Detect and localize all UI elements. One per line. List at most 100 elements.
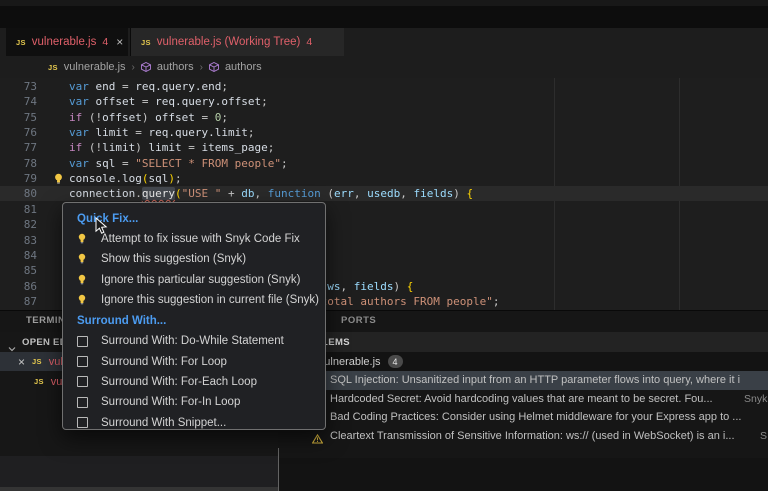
window-top-edge <box>0 0 768 6</box>
code-line[interactable]: 77 if (!limit) limit = items_page; <box>0 140 768 155</box>
menu-item-label: Ignore this suggestion in current file (… <box>101 294 319 306</box>
problem-source: S <box>760 430 767 442</box>
lightbulb-icon <box>77 253 101 265</box>
code-text: var sql = "SELECT * FROM people"; <box>69 156 288 171</box>
window-bottom-edge <box>0 487 278 491</box>
problem-text: Hardcoded Secret: Avoid hardcoding value… <box>330 393 713 405</box>
line-number: 77 <box>0 140 37 155</box>
chevron-right-icon: › <box>132 62 135 73</box>
tab-title: vulnerable.js (Working Tree) <box>157 36 301 48</box>
breadcrumb-symbol[interactable]: authors <box>225 61 262 73</box>
code-line[interactable]: 79 console.log(sql); <box>0 171 768 186</box>
code-line[interactable]: 75 if (!offset) offset = 0; <box>0 110 768 125</box>
menu-item-surround-do-while[interactable]: Surround With: Do-While Statement <box>63 331 325 351</box>
mouse-cursor-icon <box>95 217 108 241</box>
tab-vulnerable-js-working-tree[interactable]: JS vulnerable.js (Working Tree) 4 <box>130 28 344 56</box>
line-number: 86 <box>0 279 37 294</box>
problem-row[interactable]: Hardcoded Secret: Avoid hardcoding value… <box>279 390 768 409</box>
problems-count-badge: 4 <box>388 355 403 368</box>
js-file-icon: JS <box>16 38 26 47</box>
code-text: if (!limit) limit = items_page; <box>69 140 274 155</box>
panel-tab-ports[interactable]: PORTS <box>341 315 376 326</box>
problem-row[interactable]: Cleartext Transmission of Sensitive Info… <box>279 427 768 446</box>
js-file-icon: JS <box>48 63 58 72</box>
tab-vulnerable-js[interactable]: JS vulnerable.js 4 × <box>6 28 128 56</box>
problem-source: Snyk <box>744 393 767 405</box>
problem-row[interactable]: Bad Coding Practices: Consider using Hel… <box>279 408 768 427</box>
code-line[interactable]: 76 var limit = req.query.limit; <box>0 125 768 140</box>
menu-item-label: Attempt to fix issue with Snyk Code Fix <box>101 233 300 245</box>
line-number: 79 <box>0 171 37 186</box>
snippet-checkbox-icon <box>77 356 101 367</box>
lightbulb-icon <box>77 294 101 306</box>
menu-item-label: Show this suggestion (Snyk) <box>101 253 246 265</box>
line-number: 82 <box>0 217 37 232</box>
js-file-icon: JS <box>141 38 151 47</box>
panel-tab-problems[interactable]: PROBLEMS <box>279 332 768 352</box>
vscode-window: JS vulnerable.js 4 × JS vulnerable.js (W… <box>0 0 768 491</box>
code-text: console.log(sql); <box>69 171 182 186</box>
chevron-right-icon: › <box>200 62 203 73</box>
menu-item-label: Surround With Snippet... <box>101 417 226 429</box>
menu-item-label: Surround With: For-In Loop <box>101 396 240 408</box>
problem-row[interactable]: SQL Injection: Unsanitized input from an… <box>279 371 768 390</box>
menu-item-label: Surround With: Do-While Statement <box>101 335 284 347</box>
window-divider <box>278 448 279 491</box>
snippet-checkbox-icon <box>77 417 101 428</box>
line-number: 83 <box>0 233 37 248</box>
close-icon[interactable]: × <box>116 35 123 49</box>
menu-item-surround-for-loop[interactable]: Surround With: For Loop <box>63 351 325 371</box>
line-number: 87 <box>0 294 37 309</box>
tab-problem-count: 4 <box>102 36 108 48</box>
menu-item-surround-with[interactable]: Surround With... <box>63 310 325 331</box>
line-number: 85 <box>0 263 37 278</box>
footer-left <box>0 456 278 491</box>
menu-item-label: Surround With: For-Each Loop <box>101 376 257 388</box>
breadcrumb-symbol[interactable]: authors <box>157 61 194 73</box>
breadcrumb-file[interactable]: vulnerable.js <box>64 61 126 73</box>
code-text: connection.query("USE " + db, function (… <box>69 186 473 201</box>
menu-item-ignore-suggestion[interactable]: Ignore this particular suggestion (Snyk) <box>63 270 325 290</box>
line-number: 76 <box>0 125 37 140</box>
problems-file-name: vulnerable.js <box>319 356 381 368</box>
menu-item-ignore-in-file[interactable]: Ignore this suggestion in current file (… <box>63 290 325 310</box>
line-number: 74 <box>0 94 37 109</box>
menu-item-label: Ignore this particular suggestion (Snyk) <box>101 274 300 286</box>
problem-text: Cleartext Transmission of Sensitive Info… <box>330 430 735 442</box>
code-line[interactable]: 78 var sql = "SELECT * FROM people"; <box>0 156 768 171</box>
warning-icon <box>312 431 323 449</box>
line-number: 78 <box>0 156 37 171</box>
snippet-checkbox-icon <box>77 336 101 347</box>
symbol-cube-icon <box>141 62 151 72</box>
menu-item-surround-for-in[interactable]: Surround With: For-In Loop <box>63 392 325 412</box>
close-icon[interactable]: × <box>18 355 25 369</box>
js-file-icon: JS <box>32 357 42 366</box>
menu-item-surround-snippet[interactable]: Surround With Snippet... <box>63 412 325 432</box>
snippet-checkbox-icon <box>77 376 101 387</box>
code-text: var limit = req.query.limit; <box>69 125 254 140</box>
menu-item-surround-for-each[interactable]: Surround With: For-Each Loop <box>63 372 325 392</box>
snippet-checkbox-icon <box>77 397 101 408</box>
code-line[interactable]: 74 var offset = req.query.offset; <box>0 94 768 109</box>
window-title-strip <box>0 0 768 28</box>
problem-text: Bad Coding Practices: Consider using Hel… <box>330 411 741 423</box>
line-number: 81 <box>0 202 37 217</box>
code-line-current[interactable]: 80 connection.query("USE " + db, function… <box>0 186 768 201</box>
editor-tab-bar: JS vulnerable.js 4 × JS vulnerable.js (W… <box>0 28 768 56</box>
line-number: 80 <box>0 186 37 201</box>
code-line[interactable]: 73 var end = req.query.end; <box>0 79 768 94</box>
menu-item-show-suggestion[interactable]: Show this suggestion (Snyk) <box>63 249 325 269</box>
code-text: var end = req.query.end; <box>69 79 228 94</box>
code-text: if (!offset) offset = 0; <box>69 110 228 125</box>
line-number: 73 <box>0 79 37 94</box>
symbol-cube-icon <box>209 62 219 72</box>
footer-right <box>279 458 768 491</box>
problem-text: SQL Injection: Unsanitized input from an… <box>330 374 740 386</box>
lightbulb-icon <box>77 274 101 286</box>
line-number: 75 <box>0 110 37 125</box>
breadcrumb: JS vulnerable.js › authors › authors <box>0 56 768 78</box>
problems-file-group[interactable]: JS vulnerable.js 4 <box>279 352 768 371</box>
menu-item-label: Surround With: For Loop <box>101 356 227 368</box>
tab-title: vulnerable.js <box>32 36 97 48</box>
code-text: var offset = req.query.offset; <box>69 94 268 109</box>
